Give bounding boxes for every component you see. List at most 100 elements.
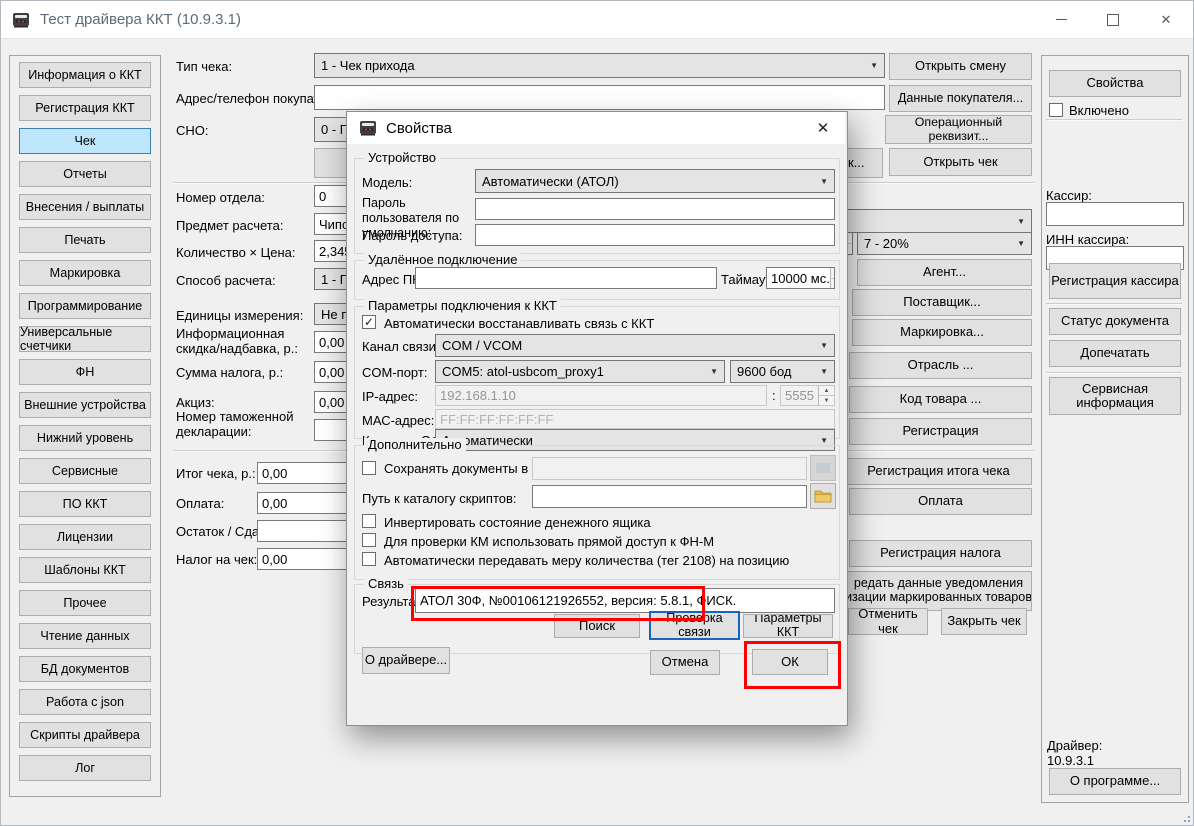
reg-tax-button[interactable]: Регистрация налога — [849, 540, 1032, 567]
sidebar-item-kkt-templates[interactable]: Шаблоны ККТ — [19, 557, 151, 583]
sidebar-item-print[interactable]: Печать — [19, 227, 151, 253]
save-db-path-input — [532, 457, 807, 480]
access-pass-label: Пароль доступа: — [362, 228, 463, 243]
buyer-address-input[interactable] — [314, 85, 885, 110]
about-driver-button[interactable]: О драйвере... — [362, 647, 450, 674]
remote-group-title: Удалённое подключение — [364, 253, 521, 266]
sidebar-item-read-data[interactable]: Чтение данных — [19, 623, 151, 649]
auto-measure-checkbox[interactable] — [362, 552, 376, 566]
invert-drawer-checkbox[interactable] — [362, 514, 376, 528]
sidebar-item-programming[interactable]: Программирование — [19, 293, 151, 319]
sidebar-item-doc-db[interactable]: БД документов — [19, 656, 151, 682]
channel-value: COM / VCOM — [442, 338, 522, 353]
com-port-label: COM-порт: — [362, 365, 427, 380]
sidebar-item-marking[interactable]: Маркировка — [19, 260, 151, 286]
tax-rate-select[interactable]: 7 - 20%▼ — [857, 232, 1032, 255]
doc-status-button[interactable]: Статус документа — [1049, 308, 1181, 335]
channel-select[interactable]: COM / VCOM ▼ — [435, 334, 835, 357]
save-db-label: Сохранять документы в БД — [384, 461, 549, 476]
check-connection-button[interactable]: Проверка связи — [649, 611, 740, 640]
auto-restore-checkbox[interactable]: ✓ — [362, 315, 376, 329]
right-panel: Свойства Включено Кассир: ИНН кассира: Р… — [1041, 55, 1189, 803]
payment-input[interactable]: 0,00 — [257, 492, 357, 514]
properties-button[interactable]: Свойства — [1049, 70, 1181, 97]
baud-select[interactable]: 9600 бод▼ — [730, 360, 835, 383]
model-value: Автоматически (АТОЛ) — [482, 174, 619, 189]
open-shift-button[interactable]: Открыть смену — [889, 53, 1032, 80]
sidebar-item-fn[interactable]: ФН — [19, 359, 151, 385]
enabled-checkbox[interactable] — [1049, 103, 1063, 117]
about-button[interactable]: О программе... — [1049, 768, 1181, 795]
minimize-button[interactable] — [1035, 1, 1087, 38]
user-pass-input[interactable] — [475, 198, 835, 220]
km-direct-label: Для проверки КМ использовать прямой дост… — [384, 534, 714, 549]
receipt-tax-input[interactable]: 0,00 — [257, 548, 357, 570]
sidebar-item-kkt-registration[interactable]: Регистрация ККТ — [19, 95, 151, 121]
total-input[interactable]: 0,00 — [257, 462, 357, 484]
industry-button[interactable]: Отрасль ... — [849, 352, 1032, 379]
close-button[interactable]: ✕ — [1139, 1, 1193, 38]
reg-total-button[interactable]: Регистрация итога чека — [845, 458, 1032, 485]
sidebar-item-low-level[interactable]: Нижний уровень — [19, 425, 151, 451]
chevron-down-icon: ▼ — [865, 61, 878, 70]
sidebar-item-licenses[interactable]: Лицензии — [19, 524, 151, 550]
scripts-browse-button[interactable] — [810, 483, 836, 509]
cashier-input[interactable] — [1046, 202, 1184, 226]
close-receipt-button[interactable]: Закрыть чек — [941, 608, 1027, 635]
sidebar-item-reports[interactable]: Отчеты — [19, 161, 151, 187]
disabled-folder-icon — [816, 463, 830, 473]
scripts-path-input[interactable] — [532, 485, 807, 508]
resize-grip[interactable] — [1180, 812, 1190, 822]
dialog-cancel-button[interactable]: Отмена — [650, 650, 720, 675]
timeout-value: 10000 мс. — [771, 271, 830, 286]
model-select[interactable]: Автоматически (АТОЛ)▼ — [475, 169, 835, 193]
chevron-down-icon: ▼ — [1012, 217, 1025, 226]
receipt-type-select[interactable]: 1 - Чек прихода▼ — [314, 53, 885, 78]
notify-marked-goods-button[interactable]: редать данные уведомления изации маркиро… — [845, 571, 1032, 611]
pc-address-input[interactable] — [415, 267, 717, 289]
sidebar-item-external-devices[interactable]: Внешние устройства — [19, 392, 151, 418]
registration-button[interactable]: Регистрация — [849, 418, 1032, 445]
app-window: Тест драйвера ККТ (10.9.3.1) ✕ Информаци… — [0, 0, 1194, 826]
reg-cashier-button[interactable]: Регистрация кассира — [1049, 263, 1181, 299]
pay-button[interactable]: Оплата — [849, 488, 1032, 515]
ip-port-colon: : — [772, 388, 776, 403]
km-direct-checkbox[interactable] — [362, 533, 376, 547]
product-code-button[interactable]: Код товара ... — [849, 386, 1032, 413]
open-receipt-button[interactable]: Открыть чек — [889, 148, 1032, 176]
sidebar-item-driver-scripts[interactable]: Скрипты драйвера — [19, 722, 151, 748]
change-input[interactable] — [257, 520, 357, 542]
timeout-stepper[interactable]: 10000 мс. ▲▼ — [766, 267, 835, 289]
operational-attr-button[interactable]: Операционный реквизит... — [885, 115, 1032, 144]
sidebar-item-universal-counters[interactable]: Универсальные счетчики — [19, 326, 151, 352]
agent-button[interactable]: Агент... — [857, 259, 1032, 286]
sidebar-item-json[interactable]: Работа с json — [19, 689, 151, 715]
total-label: Итог чека, р.: — [176, 466, 256, 481]
sidebar-item-service[interactable]: Сервисные — [19, 458, 151, 484]
cancel-receipt-button[interactable]: Отменить чек — [848, 608, 928, 635]
reprint-button[interactable]: Допечатать — [1049, 340, 1181, 367]
marking-button[interactable]: Маркировка... — [852, 319, 1032, 346]
supplier-button[interactable]: Поставщик... — [852, 289, 1032, 316]
separator — [1046, 372, 1182, 374]
access-pass-input[interactable] — [475, 224, 835, 246]
maximize-button[interactable] — [1087, 1, 1139, 38]
search-button[interactable]: Поиск — [554, 614, 640, 638]
sidebar-item-kkt-info[interactable]: Информация о ККТ — [19, 62, 151, 88]
com-port-select[interactable]: COM5: atol-usbcom_proxy1▼ — [435, 360, 725, 383]
result-input[interactable]: АТОЛ 30Ф, №00106121926552, версия: 5.8.1… — [415, 588, 835, 613]
save-db-checkbox[interactable] — [362, 461, 376, 475]
buyer-data-button[interactable]: Данные покупателя... — [889, 85, 1032, 112]
stepper-arrows-icon[interactable]: ▲▼ — [830, 268, 835, 288]
service-info-button[interactable]: Сервисная информация — [1049, 377, 1181, 415]
sidebar-item-log[interactable]: Лог — [19, 755, 151, 781]
sidebar-item-receipt[interactable]: Чек — [19, 128, 151, 154]
sidebar-item-deposits[interactable]: Внесения / выплаты — [19, 194, 151, 220]
sidebar-item-other[interactable]: Прочее — [19, 590, 151, 616]
kkt-params-button[interactable]: Параметры ККТ — [743, 614, 833, 638]
hidden-button-fragment: к... — [848, 156, 865, 170]
dialog-close-icon[interactable]: ✕ — [801, 119, 845, 137]
sidebar-item-kkt-software[interactable]: ПО ККТ — [19, 491, 151, 517]
dialog-ok-button[interactable]: ОК — [752, 649, 828, 675]
chevron-down-icon: ▼ — [815, 341, 828, 350]
